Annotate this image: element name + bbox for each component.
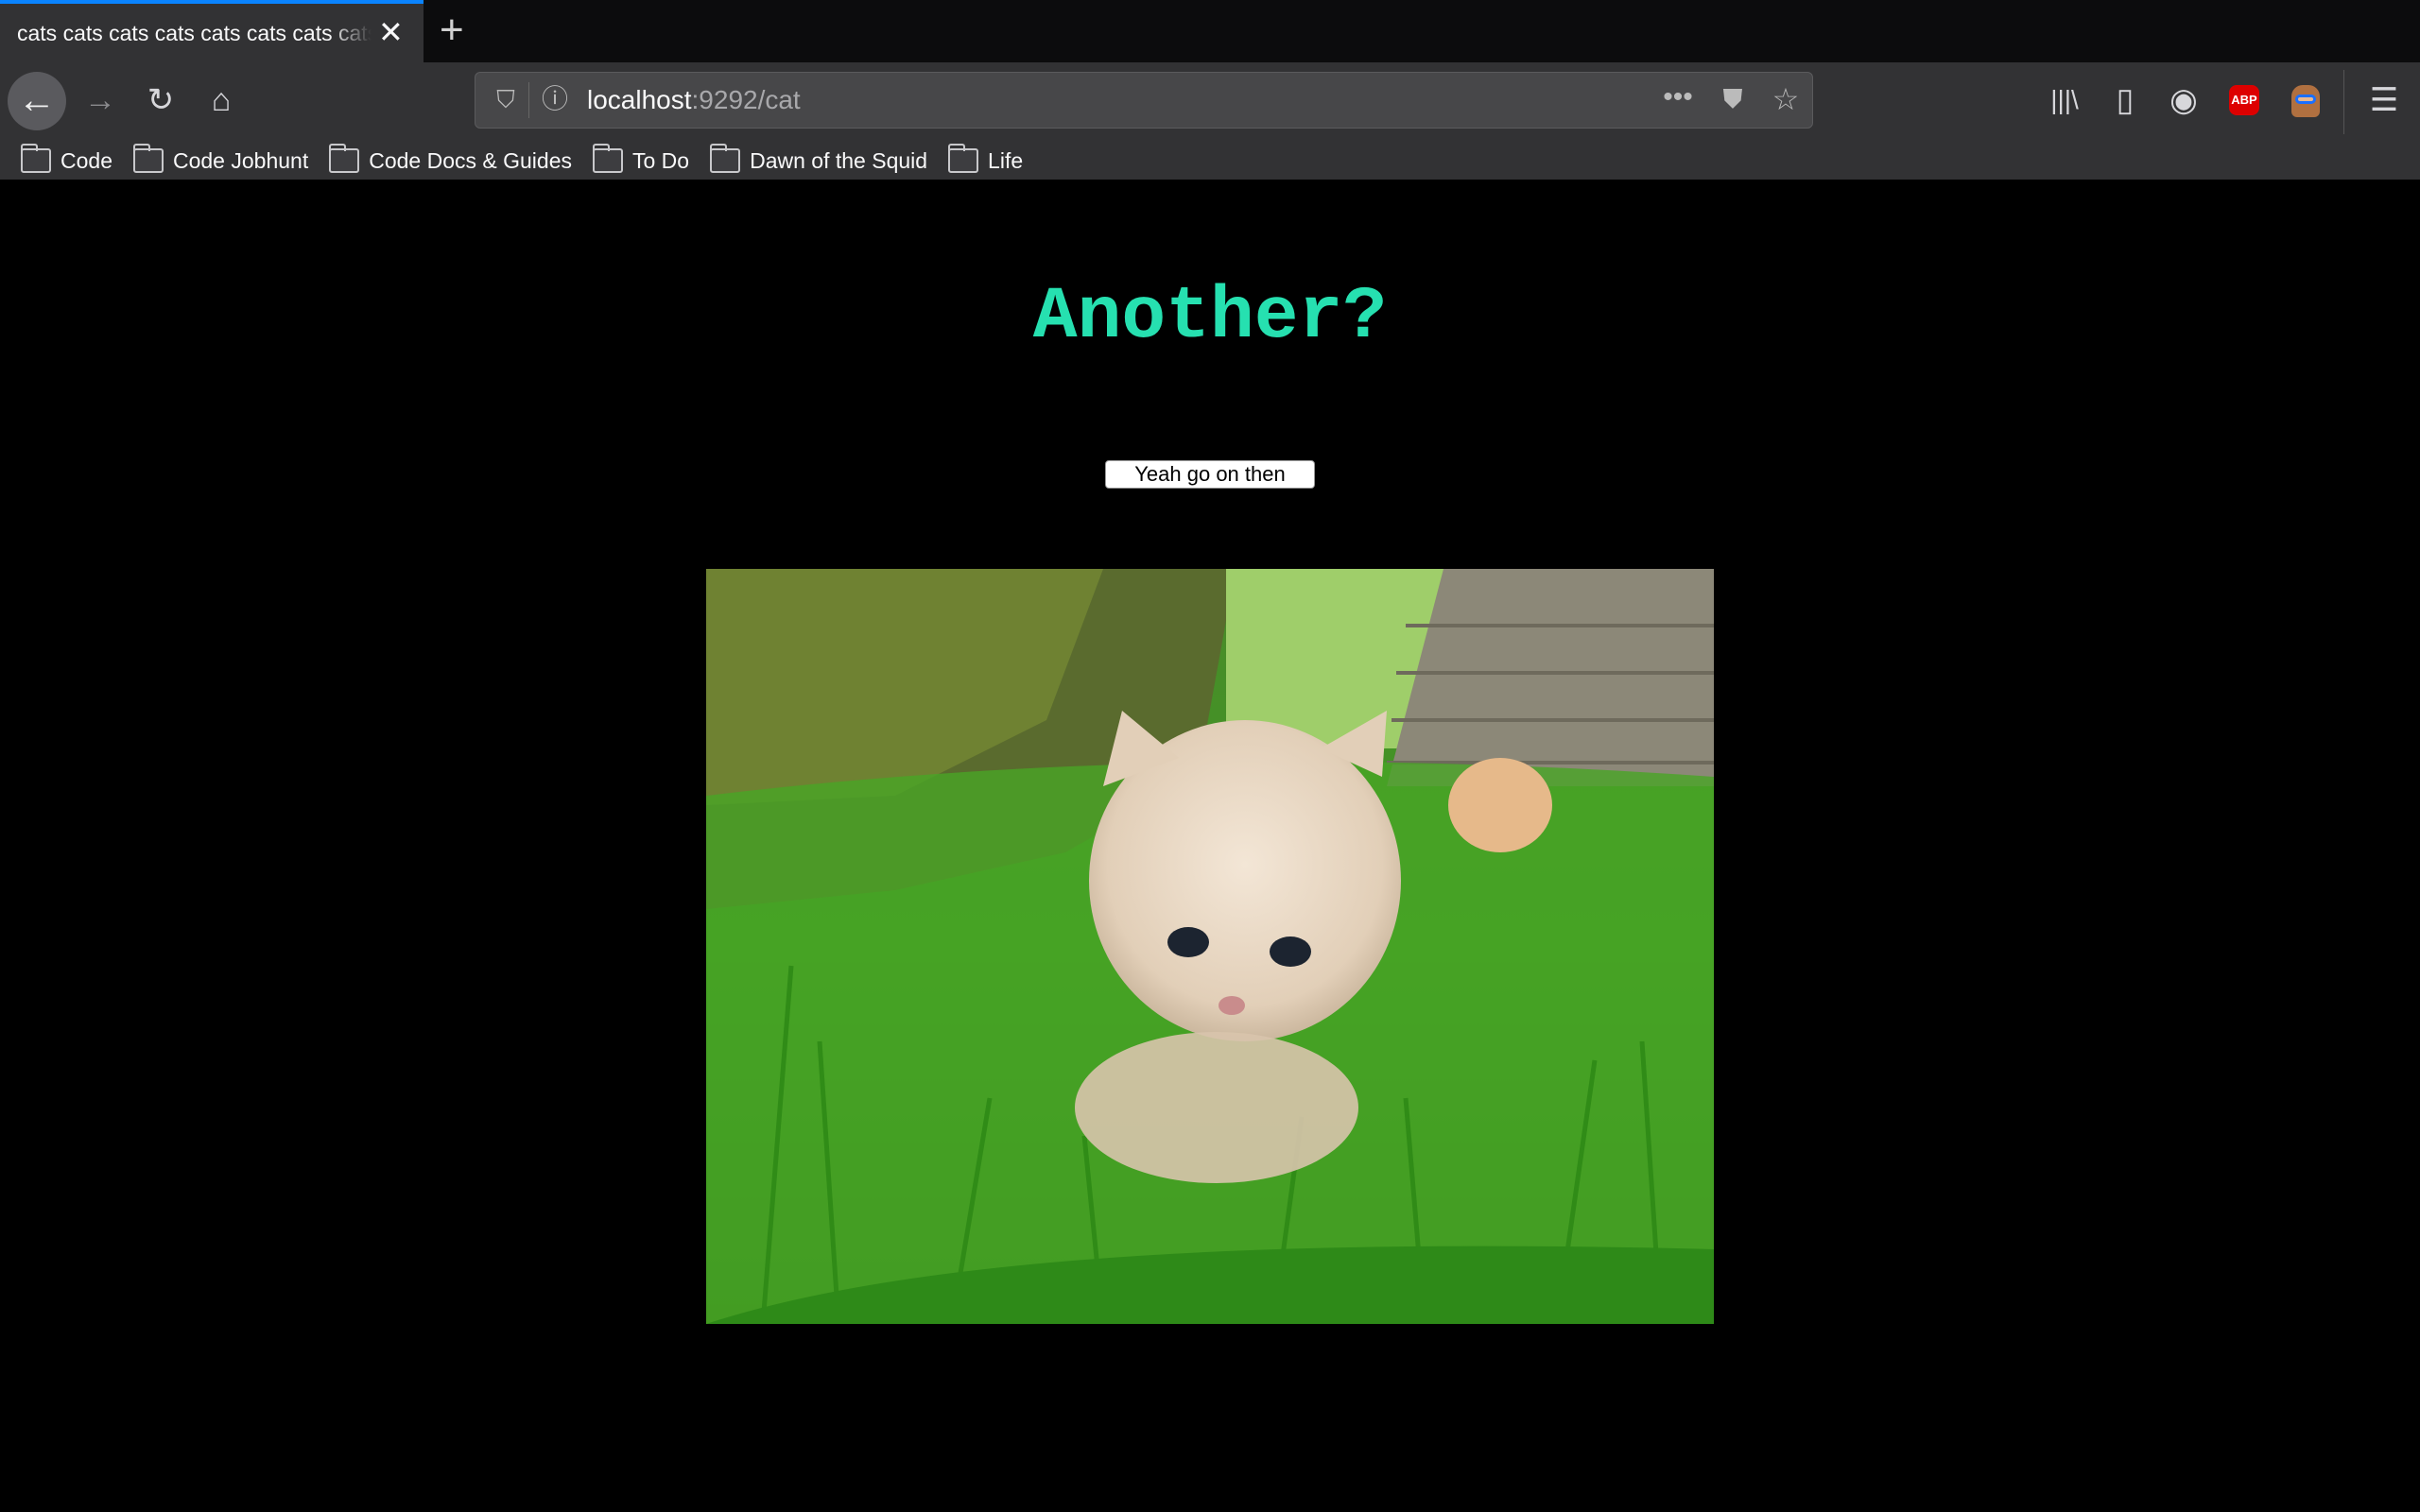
hamburger-menu-icon[interactable]: ☰ — [2363, 81, 2405, 119]
account-icon[interactable]: ◉ — [2163, 81, 2204, 119]
folder-icon — [948, 144, 979, 173]
bookmark-code-jobhunt[interactable]: Code Jobhunt — [132, 144, 309, 174]
close-tab-icon[interactable]: ✕ — [378, 17, 404, 47]
cat-photo — [706, 569, 1714, 1324]
another-cat-button[interactable]: Yeah go on then — [1105, 460, 1315, 489]
library-icon[interactable]: |||\ — [2044, 81, 2085, 119]
tab-active[interactable]: cats cats cats cats cats cats cats cats … — [0, 0, 424, 62]
bookmark-code[interactable]: Code — [21, 144, 112, 174]
folder-icon — [710, 144, 741, 173]
sidebar-icon[interactable]: ▯ — [2104, 81, 2146, 119]
bookmark-label: Dawn of the Squid — [750, 147, 928, 173]
tracking-shield-icon[interactable]: ⛉ — [485, 80, 527, 118]
forward-arrow-icon[interactable]: → — [79, 81, 121, 119]
back-arrow-icon[interactable]: ← — [8, 72, 66, 130]
folder-icon — [132, 144, 164, 173]
tab-title: cats cats cats cats cats cats cats cats — [17, 20, 372, 45]
bookmark-life[interactable]: Life — [948, 144, 1024, 174]
bookmarks-bar: Code Code Jobhunt Code Docs & Guides To … — [0, 142, 1023, 180]
folder-icon — [329, 144, 360, 173]
info-icon[interactable]: ⓘ — [534, 80, 576, 118]
bookmark-dawn-of-the-squid[interactable]: Dawn of the Squid — [710, 144, 928, 174]
pocket-icon[interactable]: ⛊ — [1712, 80, 1754, 118]
bookmark-label: Code Jobhunt — [172, 147, 309, 173]
bookmark-star-icon[interactable]: ☆ — [1765, 80, 1806, 118]
extension-face-icon[interactable] — [2291, 85, 2320, 117]
bookmark-code-docs-guides[interactable]: Code Docs & Guides — [329, 144, 572, 174]
bookmark-label: Life — [988, 147, 1024, 173]
folder-icon — [21, 144, 51, 173]
tab-bar: cats cats cats cats cats cats cats cats … — [0, 0, 2420, 62]
url-text[interactable]: localhost:9292/cat — [587, 85, 801, 115]
more-actions-icon[interactable]: ••• — [1657, 78, 1699, 116]
adblock-plus-icon[interactable]: ABP — [2229, 85, 2259, 115]
url-path: :9292/cat — [691, 85, 801, 114]
folder-icon — [593, 144, 623, 173]
page-heading: Another? — [1032, 276, 1388, 359]
home-icon[interactable]: ⌂ — [200, 81, 242, 119]
new-tab-icon[interactable]: + — [440, 9, 464, 51]
url-host: localhost — [587, 85, 692, 114]
divider — [528, 82, 529, 118]
nav-toolbar: ← → ↻ ⌂ ⛉ ⓘ localhost:9292/cat ••• ⛊ ☆ |… — [0, 62, 2420, 180]
toolbar-divider — [2343, 70, 2344, 134]
bookmark-label: To Do — [632, 147, 690, 173]
bookmark-label: Code — [60, 147, 112, 173]
url-bar[interactable]: ⛉ ⓘ localhost:9292/cat ••• ⛊ ☆ — [475, 72, 1813, 129]
bookmark-label: Code Docs & Guides — [369, 147, 572, 173]
bookmark-to-do[interactable]: To Do — [593, 144, 690, 174]
reload-icon[interactable]: ↻ — [140, 81, 182, 119]
